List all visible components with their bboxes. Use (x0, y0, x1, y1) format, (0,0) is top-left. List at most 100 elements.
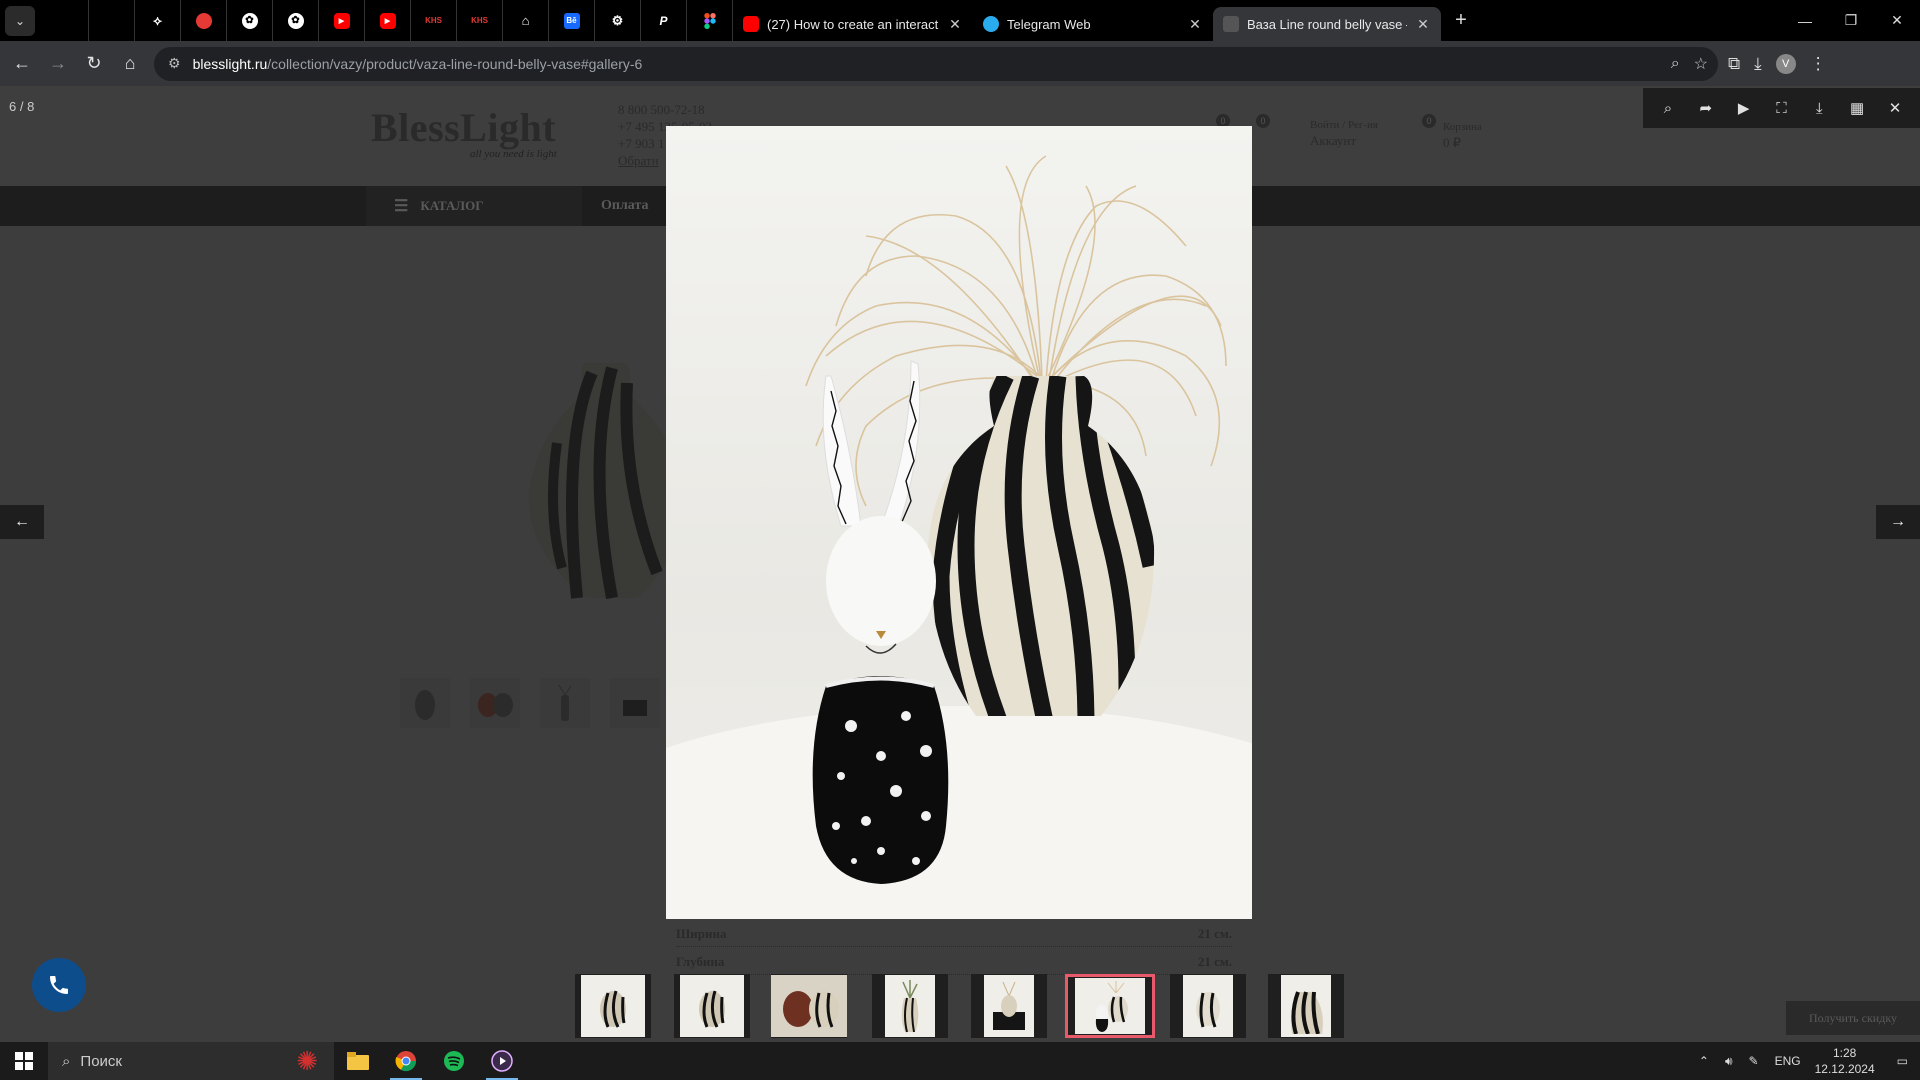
cart-block[interactable]: Корзина 0 ₽ (1443, 120, 1482, 150)
blank-icon (58, 13, 74, 29)
gallery-thumb[interactable] (771, 974, 847, 1038)
pinned-tab[interactable]: ▶ (365, 0, 411, 41)
spotify-icon[interactable] (430, 1042, 478, 1080)
reload-icon[interactable]: ↻ (76, 46, 112, 82)
pinned-tab[interactable] (89, 0, 135, 41)
gallery-thumb[interactable] (1170, 974, 1246, 1038)
browser-menu-icon[interactable]: ⋮ (1810, 54, 1827, 74)
search-icon[interactable]: ⌕ (1653, 100, 1683, 117)
taskbar-search-placeholder: Поиск (80, 1052, 122, 1070)
pinned-tab[interactable]: ✿ (273, 0, 319, 41)
pinned-tab[interactable]: ⟡ (135, 0, 181, 41)
gallery-main-image[interactable] (666, 126, 1252, 919)
zoom-icon[interactable]: ⌕ (1671, 55, 1680, 73)
gallery-thumb[interactable] (1268, 974, 1344, 1038)
back-icon[interactable]: ← (4, 46, 40, 82)
pinned-tab[interactable] (43, 0, 89, 41)
play-icon[interactable]: ▶ (1729, 99, 1759, 117)
language-indicator[interactable]: ENG (1775, 1054, 1801, 1068)
profile-avatar[interactable]: V (1775, 53, 1796, 74)
tab-blesslight[interactable]: Ваза Line round belly vase – куп ✕ (1213, 7, 1441, 41)
catalog-button[interactable]: ☰ КАТАЛОГ (366, 186, 582, 226)
gallery-thumb[interactable] (971, 974, 1047, 1038)
get-discount-button[interactable]: Получить скидку (1786, 1001, 1920, 1035)
media-player-icon[interactable] (478, 1042, 526, 1080)
downloads-icon[interactable]: ⤓ (1754, 54, 1762, 74)
download-icon[interactable]: ⤓ (1804, 100, 1834, 117)
address-bar[interactable]: ⚙ blesslight.ru/collection/vazy/product/… (154, 46, 1718, 81)
url-path: /collection/vazy/product/vaza-line-round… (267, 55, 643, 72)
nav-link-payment[interactable]: Оплата (601, 198, 649, 214)
gallery-thumb[interactable] (872, 974, 948, 1038)
close-icon[interactable]: ✕ (947, 16, 963, 33)
pinned-tab[interactable]: ✿ (227, 0, 273, 41)
file-explorer-icon[interactable] (334, 1042, 382, 1080)
close-window-icon[interactable]: ✕ (1874, 0, 1920, 41)
bookmark-star-icon[interactable]: ☆ (1694, 54, 1708, 74)
tab-search-menu-button[interactable]: ⌄ (5, 5, 35, 36)
product-thumb[interactable] (540, 678, 590, 728)
gallery-thumb-active[interactable] (1065, 974, 1155, 1038)
gallery-thumb[interactable] (674, 974, 750, 1038)
pen-icon[interactable]: ✎ (1749, 1054, 1759, 1068)
minimize-icon[interactable]: — (1782, 0, 1828, 41)
flower-icon: ✿ (241, 12, 258, 29)
home-icon[interactable]: ⌂ (112, 46, 148, 82)
blesslight-icon (1223, 16, 1239, 32)
gallery-thumbnail-strip (0, 968, 1920, 1042)
pinned-tab[interactable]: ⚙ (595, 0, 641, 41)
pinned-tab[interactable]: ▶ (319, 0, 365, 41)
account-login-text: Войти / Рег-ия (1310, 119, 1378, 131)
call-button[interactable] (32, 958, 86, 1012)
pinned-tab[interactable] (181, 0, 227, 41)
logo-tagline: all you need is light (470, 148, 557, 160)
figma-icon (702, 12, 718, 29)
tab-strip: ⌄ ⟡ ✿ ✿ ▶ ▶ KHS KHS ⌂ Bē ⚙ P (27) How to… (0, 0, 1920, 41)
grid-icon[interactable]: ▦ (1842, 99, 1872, 117)
system-tray: ⌃ 🔊︎ ✎ ENG 1:28 12.12.2024 ▭ (1691, 1042, 1920, 1080)
product-thumb[interactable] (400, 678, 450, 728)
product-thumb[interactable] (610, 678, 660, 728)
phone-icon (50, 976, 68, 994)
menu-icon: ☰ (394, 198, 409, 215)
pinned-tab[interactable]: Bē (549, 0, 595, 41)
pinned-tab[interactable]: P (641, 0, 687, 41)
tab-title: Ваза Line round belly vase – куп (1247, 16, 1407, 32)
gallery-next-button[interactable]: → (1876, 505, 1920, 539)
start-button[interactable] (0, 1042, 48, 1080)
youtube-icon (743, 16, 759, 32)
fullscreen-icon[interactable]: ⛶ (1766, 100, 1796, 117)
khl-icon: KHS (471, 16, 488, 25)
close-icon[interactable]: ✕ (1880, 99, 1910, 117)
windows-logo-icon (15, 1052, 33, 1070)
spec-row: Ширина 21 см. (676, 926, 1232, 947)
clock[interactable]: 1:28 12.12.2024 (1815, 1045, 1875, 1077)
share-icon[interactable]: ➦ (1691, 99, 1721, 117)
notifications-icon[interactable]: ▭ (1897, 1054, 1908, 1068)
gallery-prev-button[interactable]: ← (0, 505, 44, 539)
forward-icon[interactable]: → (40, 46, 76, 82)
account-block[interactable]: Войти / Рег-ия Аккаунт (1310, 118, 1378, 148)
pinned-tab[interactable]: ⌂ (503, 0, 549, 41)
pinned-tab[interactable] (687, 0, 733, 41)
gallery-thumb[interactable] (575, 974, 651, 1038)
tab-telegram[interactable]: Telegram Web ✕ (973, 7, 1213, 41)
new-tab-button[interactable]: + (1447, 9, 1475, 32)
pinned-tab[interactable]: KHS (411, 0, 457, 41)
site-logo[interactable]: BlessLight (371, 104, 556, 151)
restore-icon[interactable]: ❐ (1828, 0, 1874, 41)
spec-value: 21 см. (1197, 926, 1232, 941)
site-info-icon[interactable]: ⚙ (168, 55, 181, 72)
volume-icon[interactable]: 🔊︎ (1725, 1054, 1733, 1069)
pinned-tab[interactable]: KHS (457, 0, 503, 41)
close-icon[interactable]: ✕ (1415, 16, 1431, 33)
youtube-icon: ▶ (333, 12, 350, 29)
close-icon[interactable]: ✕ (1187, 16, 1203, 33)
chevron-up-icon[interactable]: ⌃ (1699, 1054, 1709, 1068)
chrome-icon[interactable] (382, 1042, 430, 1080)
phone-number[interactable]: 8 800 500-72-18 (618, 101, 712, 118)
taskbar-search[interactable]: ⌕ Поиск ✺ (48, 1042, 334, 1080)
tab-youtube[interactable]: (27) How to create an interactiv ✕ (733, 7, 973, 41)
product-thumb[interactable] (470, 678, 520, 728)
extensions-icon[interactable]: ⧉ (1728, 54, 1740, 74)
